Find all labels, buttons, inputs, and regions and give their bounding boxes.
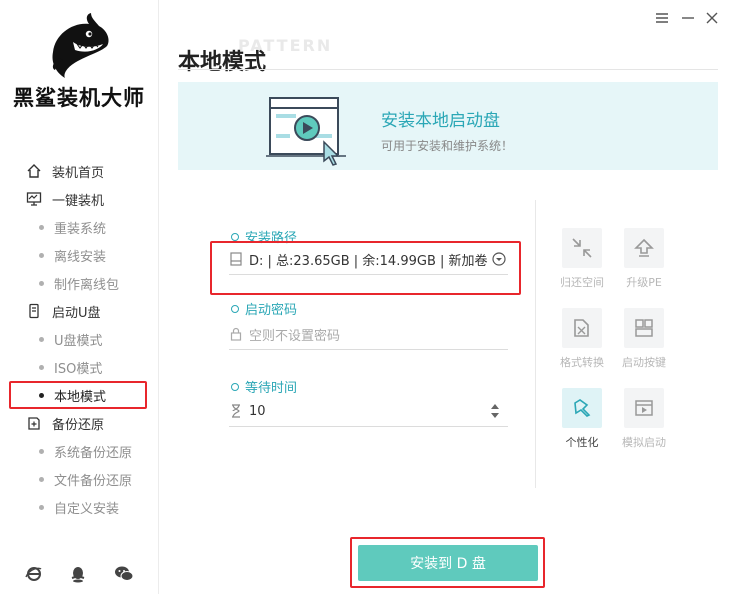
lock-icon	[229, 327, 243, 341]
shrink-icon	[562, 228, 602, 268]
shark-logo-icon	[52, 13, 109, 78]
bullet-icon	[39, 448, 44, 454]
bullet-icon	[39, 476, 44, 482]
close-icon[interactable]	[704, 10, 720, 26]
tool-personalize[interactable]: 个性化	[552, 388, 612, 450]
wait-time-label-text: 等待时间	[245, 381, 298, 396]
circle-bullet-icon	[231, 232, 239, 241]
sidebar-item-label: 自定义安装	[54, 501, 120, 517]
home-icon	[25, 162, 43, 180]
sidebar-item-label: 离线安装	[54, 249, 107, 265]
qq-icon[interactable]	[67, 563, 89, 585]
tool-format-convert[interactable]: 格式转换	[552, 308, 612, 370]
sidebar-item-label: U盘模式	[54, 333, 103, 349]
sidebar: 黑鲨装机大师 装机首页 一键装机 重装系统 离线安装 制作离线包 启动U盘 U盘…	[0, 0, 159, 594]
vertical-divider	[535, 200, 536, 488]
sidebar-item-label: 系统备份还原	[54, 445, 133, 461]
highlight-box-local-mode	[9, 381, 147, 409]
sidebar-item-offline-install[interactable]: 离线安装	[0, 241, 158, 269]
brand-name: 黑鲨装机大师	[13, 86, 145, 110]
tool-label: 启动按键	[622, 356, 666, 369]
convert-icon	[562, 308, 602, 348]
circle-bullet-icon	[231, 304, 239, 313]
title-divider	[178, 69, 718, 70]
tool-label: 归还空间	[560, 276, 604, 289]
bullet-icon	[39, 252, 44, 258]
circle-bullet-icon	[231, 382, 239, 391]
tool-label: 个性化	[565, 436, 599, 449]
boot-password-input[interactable]: 空则不设置密码	[229, 319, 508, 350]
backup-icon	[25, 414, 43, 432]
bullet-icon	[39, 364, 44, 370]
spinner-arrows-icon[interactable]	[490, 402, 500, 420]
sidebar-item-file-backup[interactable]: 文件备份还原	[0, 465, 158, 493]
sidebar-item-home[interactable]: 装机首页	[0, 157, 158, 185]
play-window-icon	[266, 97, 346, 166]
tool-label: 格式转换	[560, 356, 604, 369]
wait-time-value: 10	[249, 403, 266, 419]
sidebar-item-make-offline[interactable]: 制作离线包	[0, 269, 158, 297]
menu-icon[interactable]	[654, 10, 670, 26]
sidebar-item-label: 制作离线包	[54, 277, 120, 293]
tool-boot-keys[interactable]: 启动按键	[614, 308, 674, 370]
tool-simulate-boot[interactable]: 模拟启动	[614, 388, 674, 450]
personalize-icon	[562, 388, 602, 428]
minimize-icon[interactable]	[680, 10, 696, 26]
wait-time-label: 等待时间	[231, 377, 297, 396]
highlight-box-install-path	[210, 241, 521, 295]
sidebar-item-boot-usb[interactable]: 启动U盘	[0, 297, 158, 325]
boot-password-placeholder: 空则不设置密码	[249, 328, 341, 344]
sidebar-item-label: 文件备份还原	[54, 473, 133, 489]
sidebar-item-custom-install[interactable]: 自定义安装	[0, 493, 158, 521]
tool-label: 模拟启动	[622, 436, 666, 449]
sidebar-item-label: 启动U盘	[52, 305, 101, 321]
sidebar-item-system-backup[interactable]: 系统备份还原	[0, 437, 158, 465]
sidebar-item-usb-mode[interactable]: U盘模式	[0, 325, 158, 353]
bullet-icon	[39, 336, 44, 342]
usb-icon	[25, 302, 43, 320]
sidebar-item-label: 装机首页	[52, 165, 105, 181]
upgrade-icon	[624, 228, 664, 268]
highlight-box-install-button	[350, 537, 545, 588]
sidebar-item-reinstall[interactable]: 重装系统	[0, 213, 158, 241]
hourglass-icon	[229, 404, 243, 418]
bullet-icon	[39, 504, 44, 510]
page-title: 本地模式	[178, 50, 267, 75]
monitor-icon	[25, 190, 43, 208]
logo	[0, 12, 158, 78]
wechat-icon[interactable]	[113, 563, 135, 585]
sidebar-item-label: 一键装机	[52, 193, 105, 209]
simulate-icon	[624, 388, 664, 428]
banner: 安装本地启动盘 可用于安装和维护系统！	[178, 82, 718, 170]
keys-icon	[624, 308, 664, 348]
ie-icon[interactable]	[23, 563, 45, 585]
boot-password-label: 启动密码	[231, 299, 297, 318]
bullet-icon	[39, 224, 44, 230]
sidebar-item-label: 重装系统	[54, 221, 107, 237]
sidebar-item-one-click[interactable]: 一键装机	[0, 185, 158, 213]
sidebar-item-backup-restore[interactable]: 备份还原	[0, 409, 158, 437]
banner-subtitle: 可用于安装和维护系统！	[381, 139, 514, 153]
bullet-icon	[39, 280, 44, 286]
tool-upgrade-pe[interactable]: 升级PE	[614, 228, 674, 290]
sidebar-item-label: ISO模式	[54, 361, 103, 377]
tool-reclaim-space[interactable]: 归还空间	[552, 228, 612, 290]
tool-label: 升级PE	[626, 276, 662, 289]
sidebar-item-iso-mode[interactable]: ISO模式	[0, 353, 158, 381]
boot-password-label-text: 启动密码	[245, 303, 298, 318]
wait-time-stepper[interactable]: 10	[229, 396, 508, 427]
sidebar-item-label: 备份还原	[52, 417, 105, 433]
banner-title: 安装本地启动盘	[381, 111, 500, 131]
